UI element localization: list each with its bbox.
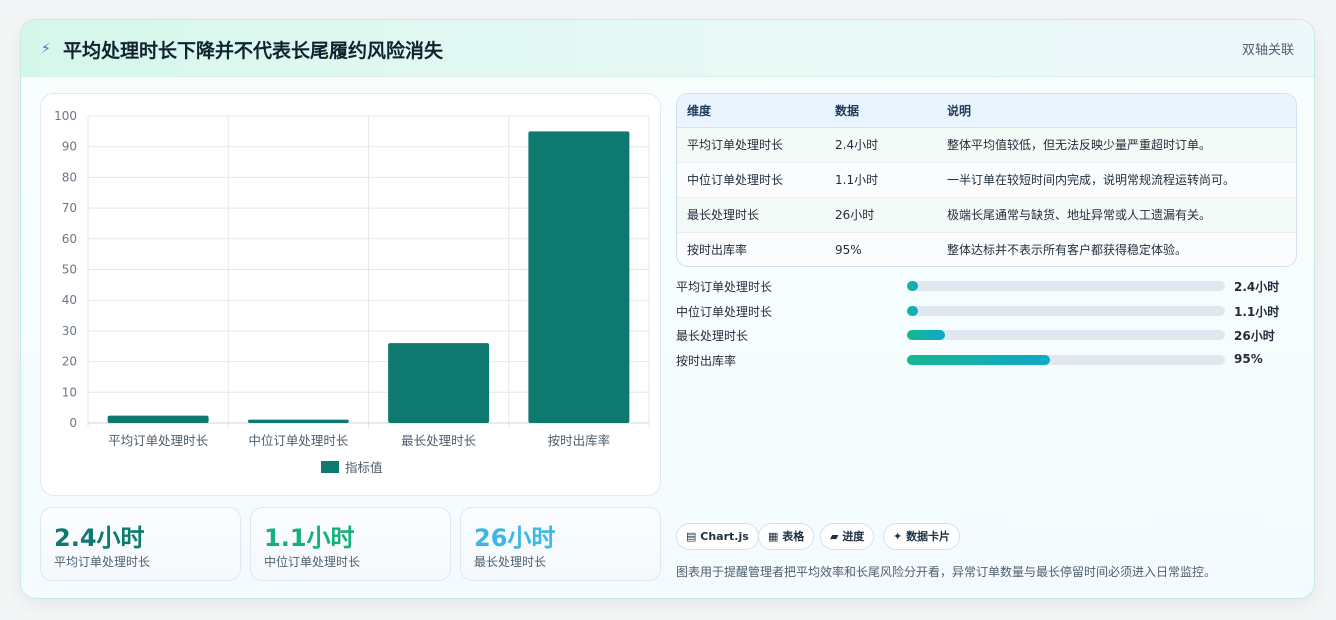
cell-dimension: 按时出库率: [687, 243, 748, 258]
bar: [247, 419, 349, 423]
cell-note: 整体平均值较低，但无法反映少量严重超时订单。: [947, 127, 1296, 163]
bar-chart-svg: 0 10 20 30 40 50 60 70 80 90 100 平均订单处理时长 中位订单处理时长 最长…: [54, 109, 650, 475]
progress-fill: [907, 330, 946, 340]
tag-label: Chart.js: [700, 530, 749, 543]
card-header: ⚡ 平均处理时长下降并不代表长尾履约风险消失 双轴关联: [21, 20, 1314, 77]
progress-value: 2.4小时: [1234, 280, 1280, 294]
table-row: 最长处理时长 26小时 极端长尾通常与缺货、地址异常或人工遗漏有关。: [677, 197, 1296, 233]
col-header-note: 说明: [947, 94, 1296, 128]
progress-row-ontime: 按时出库率 95%: [676, 350, 1297, 370]
progress-row-median: 中位订单处理时长 1.1小时: [676, 301, 1297, 321]
legend-label: 指标值: [345, 460, 383, 475]
tag-progress[interactable]: ▰ 进度: [820, 523, 875, 550]
card-title: 平均处理时长下降并不代表长尾履约风险消失: [63, 40, 444, 62]
y-tick-label: 40: [62, 293, 77, 307]
progress-value: 1.1小时: [1234, 305, 1280, 319]
table-row: 中位订单处理时长 1.1小时 一半订单在较短时间内完成，说明常规流程运转尚可。: [677, 162, 1296, 198]
progress-label: 最长处理时长: [676, 329, 749, 343]
stat-label: 平均订单处理时长: [54, 555, 151, 569]
progress-value: 95%: [1234, 352, 1263, 366]
progress-row-max: 最长处理时长 26小时: [676, 325, 1297, 345]
x-tick-label: 中位订单处理时长: [248, 433, 349, 448]
stat-label: 中位订单处理时长: [264, 555, 361, 569]
x-tick-label: 最长处理时长: [401, 433, 477, 448]
y-tick-label: 60: [62, 232, 77, 246]
progress-track: [907, 306, 1225, 316]
y-tick-label: 80: [62, 170, 77, 184]
cell-data: 95%: [835, 242, 862, 257]
bar-chart: 0 10 20 30 40 50 60 70 80 90 100 平均订单处理时长 中位订单处理时长 最长…: [40, 93, 661, 496]
dual-axis-link[interactable]: 双轴关联: [1242, 39, 1294, 58]
table-header-row: 维度 数据 说明: [677, 94, 1296, 128]
chart-icon: ▤: [686, 530, 697, 543]
lightning-icon: ⚡: [41, 41, 51, 57]
stat-card-max: 26小时 最长处理时长: [460, 507, 661, 581]
stat-value: 26小时: [474, 524, 556, 552]
tag-label: 进度: [842, 530, 865, 543]
progress-label: 平均订单处理时长: [676, 280, 773, 294]
table-icon: ▦: [768, 530, 779, 543]
progress-label: 中位订单处理时长: [676, 305, 773, 319]
stat-card-median: 1.1小时 中位订单处理时长: [250, 507, 451, 581]
y-tick-label: 20: [62, 355, 77, 369]
y-tick-label: 30: [62, 324, 77, 338]
y-tick-label: 50: [62, 263, 77, 277]
progress-fill: [907, 281, 919, 291]
cell-note: 一半订单在较短时间内完成，说明常规流程运转尚可。: [947, 162, 1296, 198]
cell-data: 26小时: [835, 197, 947, 233]
cell-note: 极端长尾通常与缺货、地址异常或人工遗漏有关。: [947, 197, 1296, 233]
y-tick-label: 0: [69, 416, 77, 430]
progress-track: [907, 330, 1225, 340]
progress-fill: [907, 306, 919, 316]
progress-label: 按时出库率: [676, 354, 737, 368]
y-tick-label: 70: [62, 201, 77, 215]
legend-swatch: [321, 461, 339, 473]
bar: [107, 415, 209, 423]
dashboard-card: ⚡ 平均处理时长下降并不代表长尾履约风险消失 双轴关联 0 10 20 30 40 50 6…: [20, 19, 1315, 599]
progress-fill: [907, 355, 1051, 365]
table-row: 按时出库率 95% 整体达标并不表示所有客户都获得稳定体验。: [677, 232, 1296, 266]
tag-chartjs[interactable]: ▤ Chart.js: [676, 523, 759, 550]
y-tick-label: 100: [54, 109, 77, 123]
footnote: 图表用于提醒管理者把平均效率和长尾风险分开看，异常订单数量与最长停留时间必须进入…: [676, 565, 1217, 579]
cell-note: 整体达标并不表示所有客户都获得稳定体验。: [947, 243, 1188, 258]
bar: [388, 343, 490, 423]
bar: [528, 131, 630, 423]
metrics-table: 维度 数据 说明 平均订单处理时长 2.4小时 整体平均值较低，但无法反映少量严…: [676, 93, 1297, 267]
tag-label: 数据卡片: [906, 530, 951, 543]
progress-icon: ▰: [830, 530, 839, 543]
progress-track: [907, 281, 1225, 291]
tag-label: 表格: [782, 530, 805, 543]
y-tick-label: 90: [62, 140, 77, 154]
stat-value: 1.1小时: [264, 524, 355, 552]
cell-data: 2.4小时: [835, 127, 947, 163]
cell-data: 1.1小时: [835, 162, 947, 198]
stat-label: 最长处理时长: [474, 555, 547, 569]
progress-value: 26小时: [1234, 329, 1275, 343]
progress-track: [907, 355, 1225, 365]
progress-row-avg: 平均订单处理时长 2.4小时: [676, 276, 1297, 296]
tag-data-card[interactable]: ✦ 数据卡片: [883, 523, 961, 550]
tag-table[interactable]: ▦ 表格: [758, 523, 815, 550]
x-tick-label: 平均订单处理时长: [108, 433, 209, 448]
sparkle-icon: ✦: [893, 530, 903, 543]
col-header-data: 数据: [835, 94, 947, 128]
y-tick-label: 10: [62, 385, 77, 399]
col-header-dimension: 维度: [677, 94, 835, 128]
stat-card-avg: 2.4小时 平均订单处理时长: [40, 507, 241, 581]
stat-value: 2.4小时: [54, 524, 145, 552]
table-row: 平均订单处理时长 2.4小时 整体平均值较低，但无法反映少量严重超时订单。: [677, 127, 1296, 163]
cell-dimension: 中位订单处理时长: [677, 162, 835, 198]
cell-dimension: 最长处理时长: [677, 197, 835, 233]
cell-dimension: 平均订单处理时长: [677, 127, 835, 163]
x-tick-label: 按时出库率: [548, 433, 611, 448]
